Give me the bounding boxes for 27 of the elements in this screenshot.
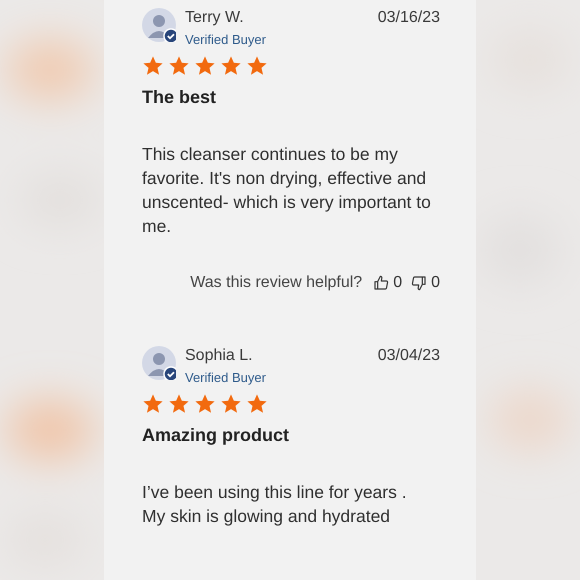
star-icon — [142, 55, 164, 77]
star-icon — [246, 55, 268, 77]
review-date: 03/16/23 — [378, 8, 440, 28]
star-icon — [220, 393, 242, 415]
review-text: This cleanser continues to be my favorite. It's non drying, effective and unscented- which is very important to me. — [142, 143, 432, 238]
review-date: 03/04/23 — [378, 346, 440, 366]
helpful-question: Was this review helpful? — [190, 274, 362, 292]
star-icon — [246, 393, 268, 415]
thumbs-up-button[interactable]: 0 — [373, 274, 402, 292]
review-title: The best — [142, 87, 218, 108]
avatar-icon — [142, 8, 176, 42]
thumbs-down-icon — [411, 275, 428, 291]
verified-label: Verified Buyer — [185, 369, 267, 387]
thumbs-down-button[interactable]: 0 — [411, 274, 440, 292]
author-name: Sophia L. — [185, 346, 254, 366]
review-text: I’ve been using this line for years . My skin is glowing and hydrated — [142, 481, 408, 528]
star-icon — [142, 393, 164, 415]
star-icon — [168, 393, 190, 415]
author-name: Terry W. — [185, 8, 245, 28]
verified-label: Verified Buyer — [185, 31, 267, 49]
star-icon — [194, 393, 216, 415]
review-title: Amazing product — [142, 425, 290, 446]
avatar-icon — [142, 346, 176, 380]
star-icon — [194, 55, 216, 77]
star-icon — [220, 55, 242, 77]
star-icon — [168, 55, 190, 77]
thumbs-up-icon — [373, 275, 390, 291]
